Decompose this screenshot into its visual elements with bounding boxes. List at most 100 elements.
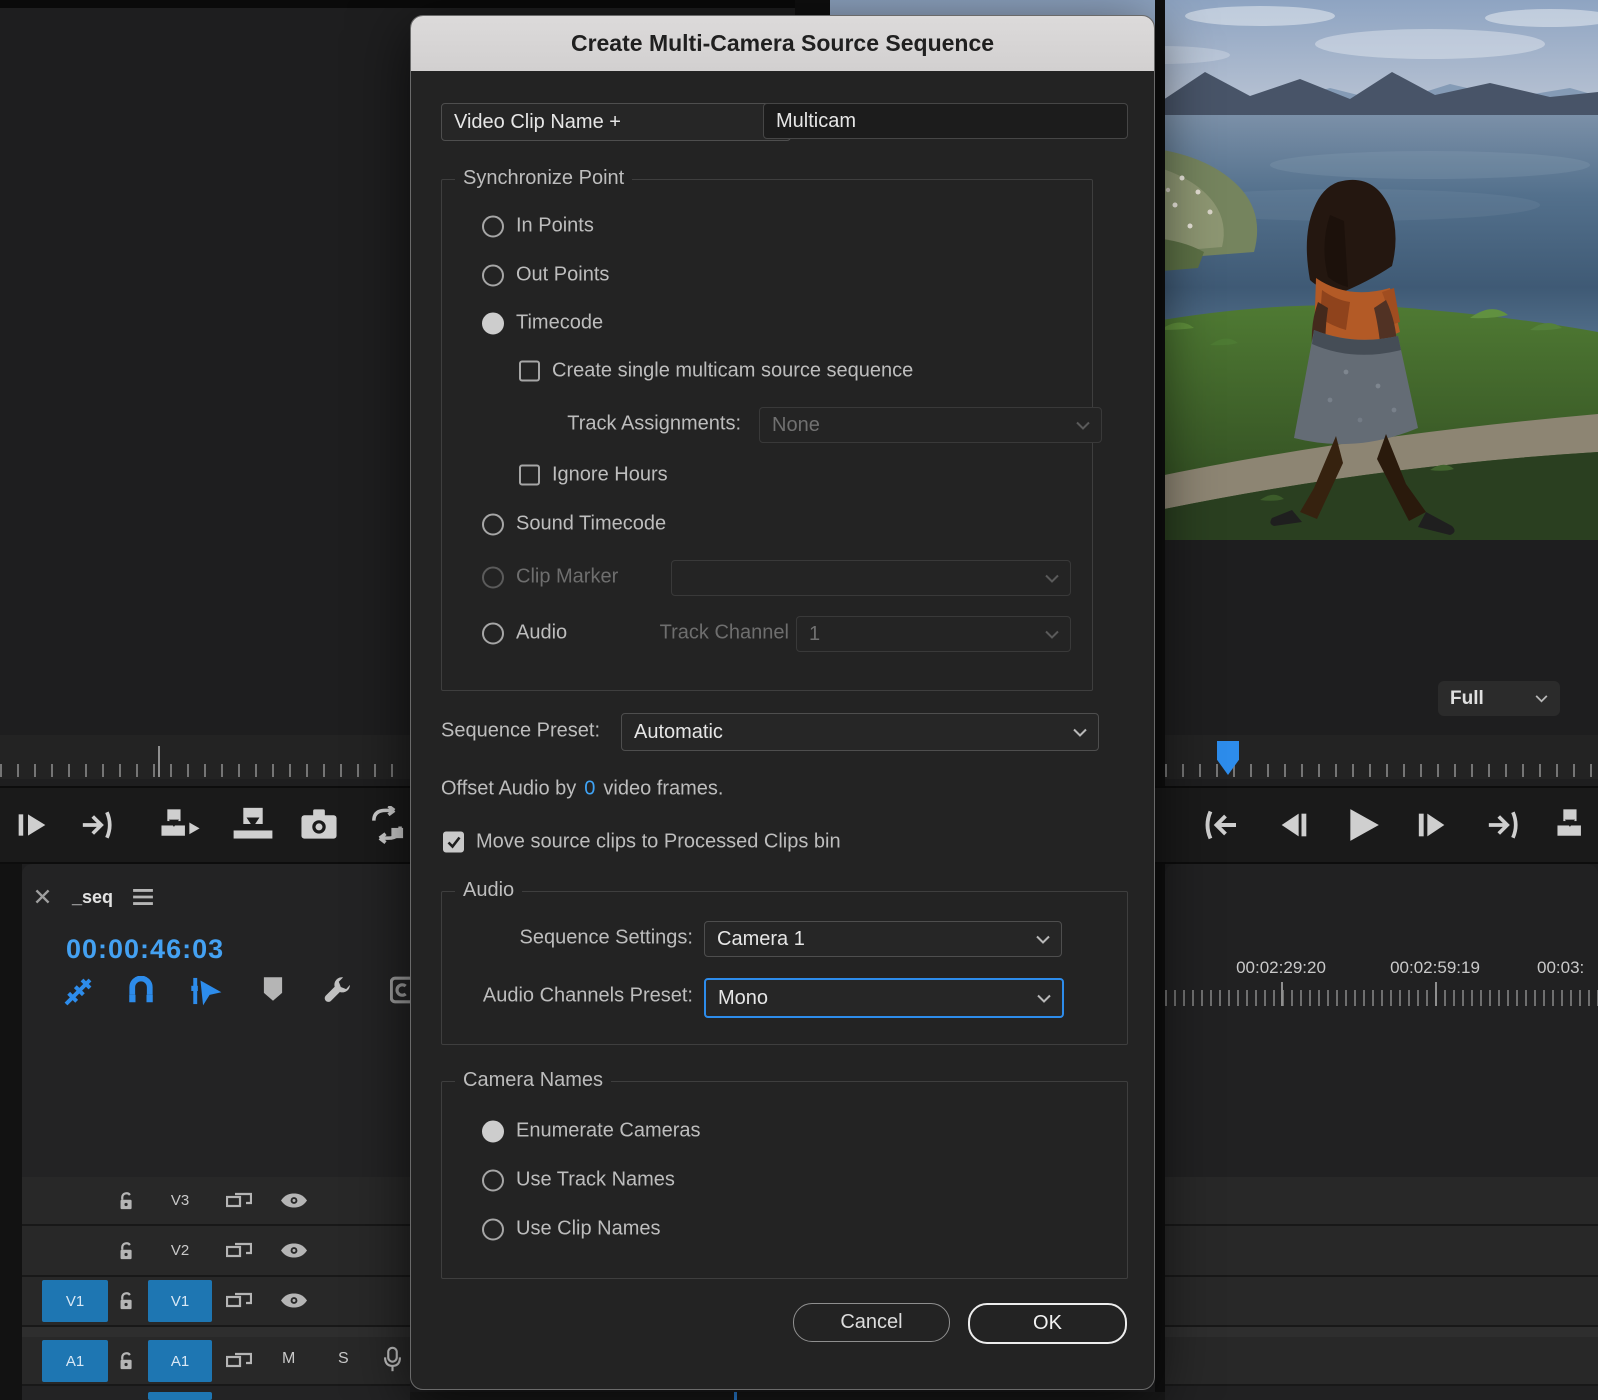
enumerate-cameras-option[interactable]: Enumerate Cameras [482, 1120, 701, 1143]
radio-icon[interactable] [482, 1218, 504, 1240]
checkbox-icon[interactable] [519, 465, 540, 486]
radio-icon[interactable] [482, 513, 504, 535]
audio-option[interactable]: Audio [482, 622, 567, 645]
video-audio-divider [1165, 1327, 1598, 1337]
mute-button[interactable]: M [282, 1350, 295, 1368]
chevron-down-icon [1045, 567, 1059, 590]
sync-lock-icon[interactable] [226, 1240, 252, 1262]
radio-icon[interactable] [482, 215, 504, 237]
cancel-button[interactable]: Cancel [793, 1303, 950, 1342]
play-icon[interactable] [1344, 804, 1382, 846]
solo-button[interactable]: S [338, 1350, 349, 1368]
source-patch-a1[interactable]: A1 [42, 1340, 108, 1382]
radio-icon[interactable] [482, 1169, 504, 1191]
track-lane-v2[interactable] [1165, 1226, 1598, 1277]
insert-icon[interactable] [160, 804, 204, 844]
radio-icon[interactable] [482, 622, 504, 644]
sequence-tab[interactable]: _seq [72, 887, 113, 908]
voiceover-mic-icon[interactable] [384, 1346, 401, 1373]
go-to-out-icon[interactable] [1486, 806, 1520, 844]
insert-icon[interactable] [1556, 804, 1598, 844]
checkbox-icon[interactable] [519, 361, 540, 382]
source-patch-v1[interactable]: V1 [42, 1280, 108, 1322]
radio-selected-icon[interactable] [482, 312, 504, 334]
panel-menu-icon[interactable] [132, 888, 154, 906]
out-points-option[interactable]: Out Points [482, 264, 609, 287]
timecode-option[interactable]: Timecode [482, 312, 603, 335]
track-label[interactable]: V3 [160, 1192, 200, 1209]
timeline-timecode[interactable]: 00:00:46:03 [66, 934, 224, 965]
bottom-strip [410, 1392, 1165, 1400]
overwrite-icon[interactable] [232, 804, 274, 844]
close-panel-icon[interactable] [34, 888, 51, 905]
use-track-names-option[interactable]: Use Track Names [482, 1169, 675, 1192]
timeline-tracks-area: 00:02:29:20 00:02:59:19 00:03: [1165, 864, 1598, 1400]
create-single-checkbox-row[interactable]: Create single multicam source sequence [519, 360, 913, 383]
linked-selection-icon[interactable] [190, 974, 224, 1008]
dialog-title[interactable]: Create Multi-Camera Source Sequence [411, 16, 1154, 71]
name-mode-value: Video Clip Name + [454, 111, 621, 134]
create-multicam-dialog: Create Multi-Camera Source Sequence Vide… [410, 15, 1155, 1390]
nest-sequences-icon[interactable] [62, 976, 94, 1008]
step-forward-icon[interactable] [1416, 806, 1450, 844]
audio-channels-select[interactable]: Mono [704, 978, 1064, 1018]
swap-monitors-icon[interactable] [368, 806, 406, 844]
enumerate-cameras-label: Enumerate Cameras [516, 1120, 701, 1143]
source-ruler-ticks [0, 764, 408, 777]
audio-option-label: Audio [516, 622, 567, 645]
in-points-option[interactable]: In Points [482, 215, 594, 238]
toggle-track-output-eye-icon[interactable] [280, 1242, 308, 1259]
sequence-name-input[interactable] [763, 103, 1128, 139]
play-in-to-out-icon[interactable] [16, 806, 48, 844]
vertical-divider [1155, 0, 1165, 1400]
offset-audio-value[interactable]: 0 [584, 778, 595, 801]
timeline-settings-icon[interactable] [322, 976, 352, 1006]
monitor-zoom-value: Full [1450, 688, 1484, 710]
offset-audio-suffix: video frames. [603, 778, 723, 801]
toggle-track-output-eye-icon[interactable] [280, 1292, 308, 1309]
lock-icon[interactable] [118, 1241, 135, 1262]
ok-button[interactable]: OK [968, 1303, 1127, 1344]
sync-lock-icon[interactable] [226, 1350, 252, 1372]
track-row-v3: V3 [22, 1177, 410, 1226]
track-lane-a1[interactable] [1165, 1337, 1598, 1386]
lock-icon[interactable] [118, 1291, 135, 1312]
timeline-ruler-ticks[interactable] [1165, 990, 1598, 1006]
radio-selected-icon[interactable] [482, 1120, 504, 1142]
ignore-hours-checkbox-row[interactable]: Ignore Hours [519, 464, 668, 487]
add-marker-icon[interactable] [262, 976, 284, 1002]
sequence-settings-select[interactable]: Camera 1 [704, 921, 1062, 957]
sync-lock-icon[interactable] [226, 1190, 252, 1212]
in-points-label: In Points [516, 215, 594, 238]
offset-audio-prefix: Offset Audio by [441, 778, 576, 801]
use-track-names-label: Use Track Names [516, 1169, 675, 1192]
toggle-track-output-eye-icon[interactable] [280, 1192, 308, 1209]
audio-group-legend: Audio [455, 879, 522, 902]
ruler-timecode-label: 00:02:59:19 [1375, 958, 1495, 978]
checkbox-checked-icon[interactable] [443, 832, 464, 853]
snap-icon[interactable] [126, 976, 156, 1006]
sync-lock-icon[interactable] [226, 1290, 252, 1312]
move-source-checkbox-row[interactable]: Move source clips to Processed Clips bin [443, 831, 841, 854]
clip-marker-option: Clip Marker [482, 566, 618, 589]
track-target-v1[interactable]: V1 [148, 1280, 212, 1322]
lock-icon[interactable] [118, 1191, 135, 1212]
sound-timecode-option[interactable]: Sound Timecode [482, 513, 666, 536]
captions-icon[interactable] [390, 976, 410, 1004]
go-to-out-icon[interactable] [80, 806, 114, 844]
step-back-icon[interactable] [1276, 806, 1310, 844]
track-target-a1[interactable]: A1 [148, 1340, 212, 1382]
monitor-zoom-select[interactable]: Full [1438, 681, 1560, 716]
radio-icon[interactable] [482, 264, 504, 286]
use-clip-names-option[interactable]: Use Clip Names [482, 1218, 660, 1241]
export-frame-icon[interactable] [300, 806, 338, 842]
go-to-in-icon[interactable] [1203, 806, 1239, 844]
track-target-a2-partial[interactable] [148, 1392, 212, 1400]
track-lane-v1[interactable] [1165, 1277, 1598, 1327]
track-label[interactable]: V2 [160, 1242, 200, 1259]
lock-icon[interactable] [118, 1351, 135, 1372]
major-tick [1281, 982, 1283, 1006]
track-lane-v3[interactable] [1165, 1177, 1598, 1226]
sequence-preset-select[interactable]: Automatic [621, 713, 1099, 751]
name-mode-select[interactable]: Video Clip Name + [441, 103, 791, 141]
